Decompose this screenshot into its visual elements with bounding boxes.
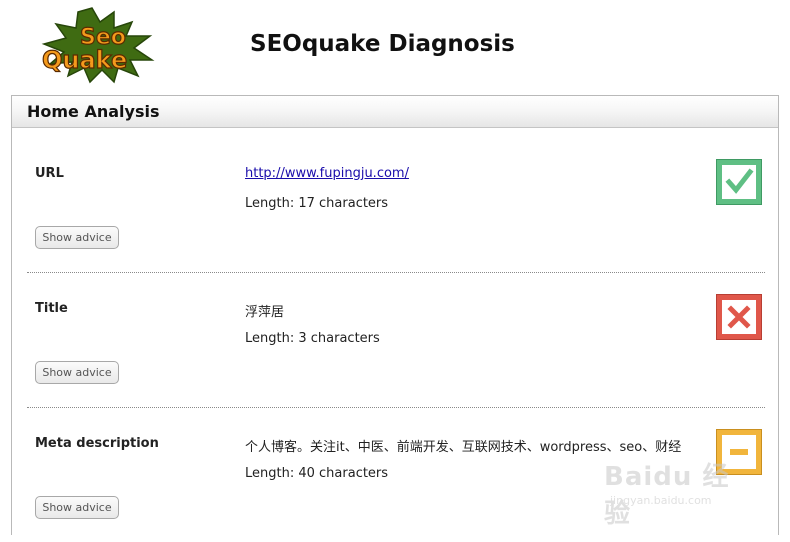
url-section: URL http://www.fupingju.com/ Length: 17 … [27, 137, 765, 273]
baidu-watermark: Baidu 经验 jingyan.baidu.com [604, 452, 754, 529]
page-header: Seo Quake SEOquake Diagnosis [0, 0, 790, 95]
title-length: Length: 3 characters [245, 331, 380, 346]
url-length: Length: 17 characters [245, 196, 389, 211]
url-show-advice-button[interactable]: Show advice [35, 226, 119, 249]
page-title: SEOquake Diagnosis [250, 31, 515, 57]
watermark-text: Baidu 经验 [604, 462, 730, 529]
svg-text:Quake: Quake [42, 46, 127, 74]
panel-header: Home Analysis [12, 96, 778, 128]
fail-cross-icon [716, 294, 762, 340]
title-label: Title [35, 301, 68, 316]
watermark-url: jingyan.baidu.com [610, 494, 712, 507]
pass-check-icon [716, 159, 762, 205]
meta-description-label: Meta description [35, 436, 159, 451]
meta-description-length: Length: 40 characters [245, 466, 389, 481]
seoquake-logo: Seo Quake [34, 6, 158, 84]
title-value: 浮萍居 [245, 305, 285, 320]
url-label: URL [35, 166, 64, 181]
url-link[interactable]: http://www.fupingju.com/ [245, 166, 409, 181]
title-show-advice-button[interactable]: Show advice [35, 361, 119, 384]
url-value: http://www.fupingju.com/ [245, 166, 409, 181]
meta-description-show-advice-button[interactable]: Show advice [35, 496, 119, 519]
title-section: Title 浮萍居 Length: 3 characters Show advi… [27, 272, 765, 408]
panel-title: Home Analysis [27, 102, 160, 121]
